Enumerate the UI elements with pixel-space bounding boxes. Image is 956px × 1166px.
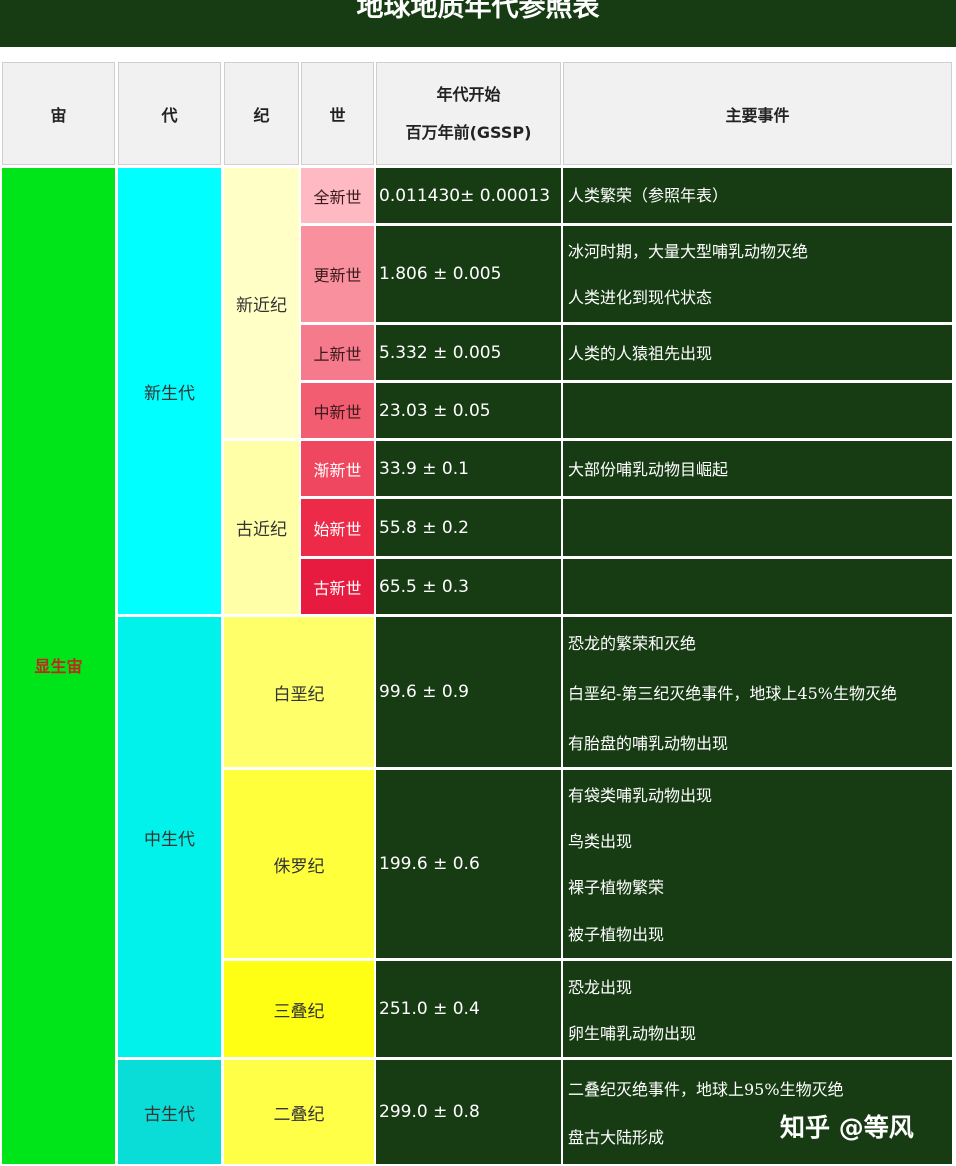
events-holocene: 人类繁荣（参照年表） — [563, 168, 952, 223]
value-pliocene: 5.332 ± 0.005 — [376, 325, 561, 380]
page-title: 地球地质年代参照表 — [356, 0, 600, 23]
value-oligocene: 33.9 ± 0.1 — [376, 441, 561, 496]
header-era: 代 — [118, 62, 221, 165]
watermark: 知乎 @等风 — [780, 1113, 914, 1142]
value-eocene: 55.8 ± 0.2 — [376, 499, 561, 556]
eon-cell: 显生宙 — [2, 168, 115, 1164]
header-start: 年代开始 百万年前(GSSP) — [376, 62, 561, 165]
header-epoch: 世 — [301, 62, 374, 165]
value-cretaceous: 99.6 ± 0.9 — [376, 617, 561, 767]
value-miocene: 23.03 ± 0.05 — [376, 383, 561, 438]
value-holocene: 0.011430± 0.00013 — [376, 168, 561, 223]
events-miocene — [563, 383, 952, 438]
epoch-eocene: 始新世 — [301, 499, 374, 556]
header-eon: 宙 — [2, 62, 115, 165]
events-jurassic: 有袋类哺乳动物出现 鸟类出现 裸子植物繁荣 被子植物出现 — [563, 770, 952, 958]
value-paleocene: 65.5 ± 0.3 — [376, 559, 561, 614]
events-eocene — [563, 499, 952, 556]
period-jurassic: 侏罗纪 — [224, 770, 374, 958]
events-pliocene: 人类的人猿祖先出现 — [563, 325, 952, 380]
value-permian: 299.0 ± 0.8 — [376, 1060, 561, 1164]
era-paleozoic: 古生代 — [118, 1060, 221, 1164]
events-paleocene — [563, 559, 952, 614]
era-cenozoic: 新生代 — [118, 168, 221, 614]
period-cretaceous: 白垩纪 — [224, 617, 374, 767]
header-events: 主要事件 — [563, 62, 952, 165]
value-pleistocene: 1.806 ± 0.005 — [376, 226, 561, 322]
epoch-oligocene: 渐新世 — [301, 441, 374, 496]
events-triassic: 恐龙出现 卵生哺乳动物出现 — [563, 961, 952, 1057]
events-cretaceous: 恐龙的繁荣和灭绝 白垩纪-第三纪灭绝事件，地球上45%生物灭绝 有胎盘的哺乳动物… — [563, 617, 952, 767]
value-triassic: 251.0 ± 0.4 — [376, 961, 561, 1057]
header-period: 纪 — [224, 62, 299, 165]
epoch-holocene: 全新世 — [301, 168, 374, 223]
epoch-miocene: 中新世 — [301, 383, 374, 438]
epoch-pliocene: 上新世 — [301, 325, 374, 380]
era-mesozoic: 中生代 — [118, 617, 221, 1057]
events-pleistocene: 冰河时期，大量大型哺乳动物灭绝 人类进化到现代状态 — [563, 226, 952, 322]
value-jurassic: 199.6 ± 0.6 — [376, 770, 561, 958]
epoch-pleistocene: 更新世 — [301, 226, 374, 322]
period-neogene: 新近纪 — [224, 168, 299, 438]
period-triassic: 三叠纪 — [224, 961, 374, 1057]
title-banner: 地球地质年代参照表 — [0, 0, 956, 47]
eon-label: 显生宙 — [34, 657, 83, 676]
events-oligocene: 大部份哺乳动物目崛起 — [563, 441, 952, 496]
period-paleogene: 古近纪 — [224, 441, 299, 614]
period-permian: 二叠纪 — [224, 1060, 374, 1164]
epoch-paleocene: 古新世 — [301, 559, 374, 614]
